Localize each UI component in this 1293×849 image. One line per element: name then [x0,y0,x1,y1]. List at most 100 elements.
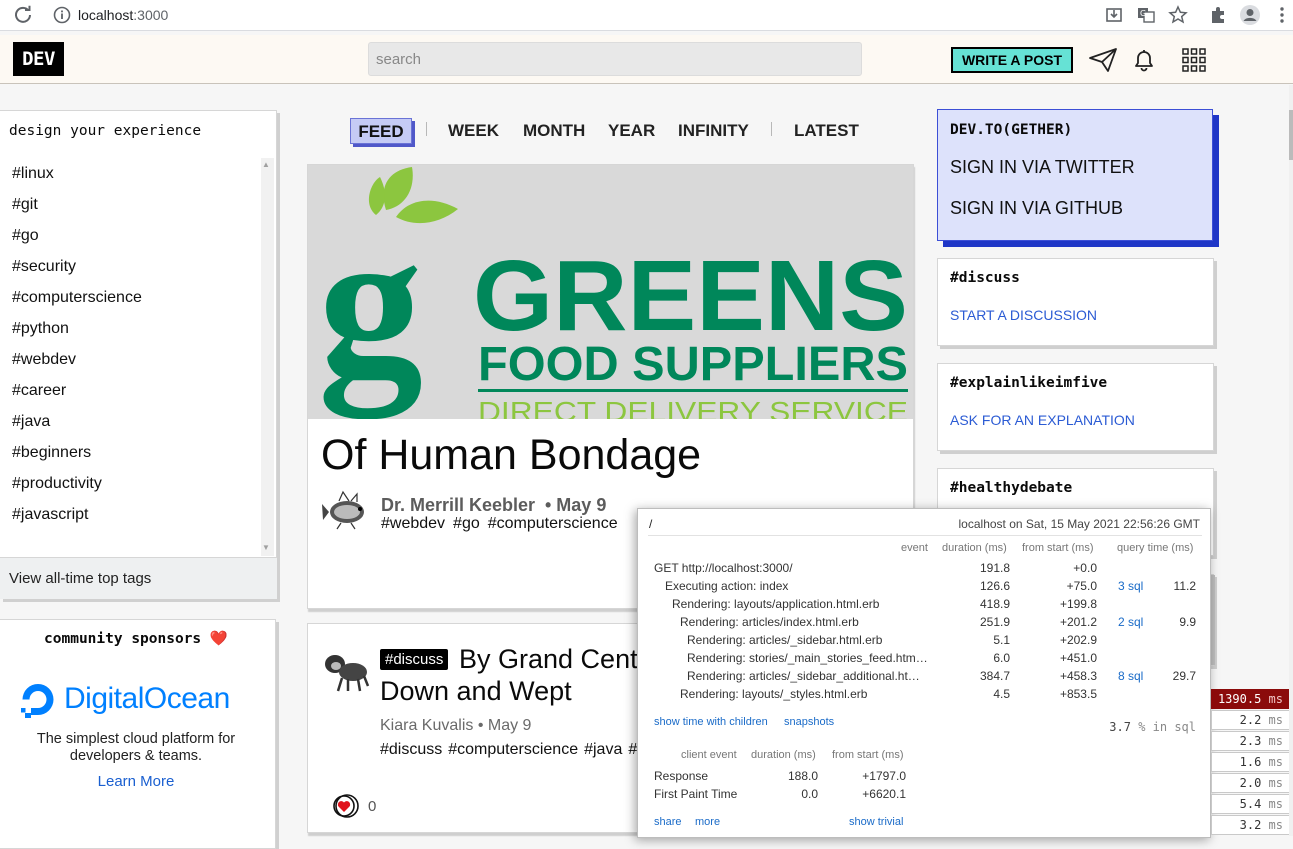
discuss-card-title[interactable]: #discuss [950,270,1020,286]
sign-in-github-button[interactable]: SIGN IN VIA GITHUB [950,198,1123,219]
article-title[interactable]: By Grand Cent [459,644,638,675]
badge-value: 2.3 [1239,734,1262,748]
article-title[interactable]: Of Human Bondage [321,431,701,480]
address-bar[interactable]: localhost:3000 [78,7,168,23]
mini-profiler-badge[interactable]: 5.4 ms [1211,794,1289,814]
tag-item-java[interactable]: #java [0,406,261,437]
profiler-event: Rendering: layouts/_styles.html.erb [680,687,868,701]
tag-item-career[interactable]: #career [0,375,261,406]
show-time-with-children-link[interactable]: show time with children [654,716,768,728]
install-icon[interactable] [1104,5,1124,25]
author-avatar[interactable] [321,490,371,530]
mini-profiler-badge[interactable]: 2.2 ms [1211,710,1289,730]
badge-unit: ms [1268,755,1283,769]
info-icon[interactable] [53,6,71,24]
tab-infinity[interactable]: INFINITY [678,118,749,144]
reload-icon[interactable] [13,5,33,25]
tab-feed[interactable]: FEED [350,118,412,144]
explainlikeimfive-card-title[interactable]: #explainlikeimfive [950,375,1107,391]
article-date: • May 9 [545,495,607,515]
mini-profiler-badge[interactable]: 1.6 ms [1211,752,1289,772]
tag-item-go[interactable]: #go [0,220,261,251]
article-tag[interactable]: #go [453,515,480,532]
article-title-continued[interactable]: Down and Wept [380,676,572,707]
translate-icon[interactable]: G [1136,5,1156,25]
tab-year[interactable]: YEAR [608,118,655,144]
url-port: :3000 [133,7,169,23]
profiler-event: Rendering: articles/_sidebar.html.erb [687,633,883,647]
article-tag[interactable]: #discuss [380,741,442,758]
author-name[interactable]: Dr. Merrill Keebler [381,495,535,516]
extensions-icon[interactable] [1208,5,1228,25]
menu-dots-icon[interactable] [1272,5,1292,25]
author-and-date[interactable]: Kiara Kuvalis • May 9 [380,717,531,735]
tag-item-productivity[interactable]: #productivity [0,468,261,499]
bookmark-star-icon[interactable] [1168,5,1188,25]
heart-reaction-icon[interactable] [332,794,362,818]
apps-grid-icon[interactable] [1181,47,1207,73]
discuss-badge[interactable]: #discuss [380,649,449,670]
tag-item-computerscience[interactable]: #computerscience [0,282,261,313]
profiler-host: localhost on Sat, 15 May 2021 22:56:26 G… [958,517,1200,531]
ask-explanation-link[interactable]: ASK FOR AN EXPLANATION [950,412,1135,428]
article-tag[interactable]: #java [584,741,622,758]
sign-in-twitter-button[interactable]: SIGN IN VIA TWITTER [950,157,1135,178]
article-tag[interactable]: #webdev [381,515,445,532]
sponsor-name[interactable]: DigitalOcean [64,682,230,716]
view-all-tags-link[interactable]: View all-time top tags [0,557,277,599]
badge-value: 1390.5 [1217,692,1262,706]
bell-icon[interactable] [1131,47,1157,73]
scroll-down-arrow-icon[interactable]: ▼ [262,543,270,552]
profiler-query-time: 9.9 [1179,615,1196,629]
tab-month[interactable]: MONTH [523,118,585,144]
mini-profiler-badge[interactable]: 2.0 ms [1211,773,1289,793]
profiler-from-start: +853.5 [1059,687,1097,701]
write-post-button[interactable]: WRITE A POST [951,47,1073,73]
profiler-header-query-time: query time (ms) [1117,542,1194,554]
tab-week[interactable]: WEEK [448,118,499,144]
article-tag[interactable]: #computerscience [448,741,578,758]
greens-logo-image: g GREENS FOOD SUPPLIERS DIRECT DELIVERY … [308,165,913,419]
article-cover-image[interactable]: g GREENS FOOD SUPPLIERS DIRECT DELIVERY … [308,165,913,419]
profiler-sql-link[interactable]: 3 sql [1118,579,1143,593]
tag-list[interactable]: #linux #git #go #security #computerscien… [0,158,261,556]
mini-profiler-badge[interactable]: 2.3 ms [1211,731,1289,751]
tag-item-webdev[interactable]: #webdev [0,344,261,375]
tag-list-scrollbar[interactable] [261,158,274,556]
page-scrollbar-thumb[interactable] [1289,110,1293,160]
tag-item-security[interactable]: #security [0,251,261,282]
signin-card: DEV.TO(GETHER) SIGN IN VIA TWITTER SIGN … [937,109,1213,241]
tag-item-javascript[interactable]: #javascript [0,499,261,530]
more-link[interactable]: more [695,816,720,828]
dev-logo[interactable]: DEV [13,42,64,76]
profile-avatar-icon[interactable] [1239,4,1261,26]
profiler-from-start: +458.3 [1059,669,1097,683]
profiler-sql-link[interactable]: 2 sql [1118,615,1143,629]
author-avatar[interactable] [320,650,370,692]
profiler-from-start: +201.2 [1059,615,1097,629]
article-tag[interactable]: #computerscience [488,515,618,532]
profiler-sql-link[interactable]: 8 sql [1118,669,1143,683]
show-trivial-link[interactable]: show trivial [849,816,903,828]
profiler-from-start: +451.0 [1059,651,1097,665]
mini-profiler-badge[interactable]: 3.2 ms [1211,815,1289,835]
tag-item-python[interactable]: #python [0,313,261,344]
digitalocean-logo-icon[interactable] [18,680,58,720]
start-discussion-link[interactable]: START A DISCUSSION [950,307,1097,323]
snapshots-link[interactable]: snapshots [784,716,834,728]
healthydebate-card-title[interactable]: #healthydebate [950,480,1072,496]
search-input[interactable]: search [368,42,862,76]
scroll-up-arrow-icon[interactable]: ▲ [262,160,270,169]
article-tag[interactable]: # [628,741,637,758]
tab-latest[interactable]: LATEST [794,118,859,144]
page-scrollbar[interactable] [1289,85,1293,836]
tag-item-git[interactable]: #git [0,189,261,220]
share-link[interactable]: share [654,816,682,828]
design-experience-title: design your experience [9,123,202,139]
sponsor-learn-more-link[interactable]: Learn More [0,773,272,790]
tag-item-linux[interactable]: #linux [0,158,261,189]
mini-profiler-badge[interactable]: 1390.5 ms [1211,689,1289,709]
tag-item-beginners[interactable]: #beginners [0,437,261,468]
sql-percentage: 3.7 % in sql [1109,720,1196,734]
send-icon[interactable] [1088,47,1118,73]
